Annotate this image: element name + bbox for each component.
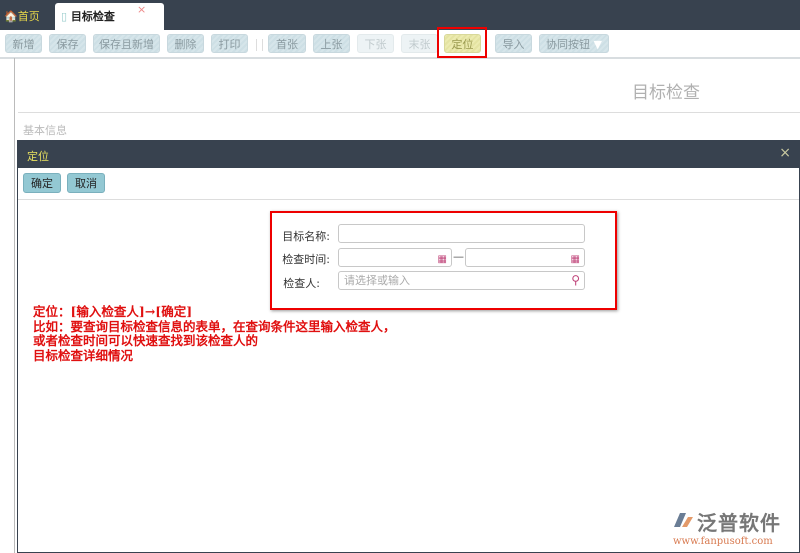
tab-target-check[interactable]: ▯ 目标检查 ×	[55, 3, 164, 30]
toolbar-separator	[256, 39, 263, 51]
chevron-down-icon: ▼	[593, 38, 602, 51]
save-button[interactable]: 保存	[49, 34, 86, 53]
next-button[interactable]: 下张	[357, 34, 394, 53]
note-line: 目标检查详细情况	[33, 347, 134, 363]
collab-dropdown-button[interactable]: 协同按钮 ▼	[539, 34, 609, 53]
highlight-box	[270, 211, 617, 310]
document-icon: ▯	[61, 10, 68, 23]
divider	[14, 58, 15, 553]
home-icon: 🏠	[4, 10, 18, 23]
note-line: 或者检查时间可以快速查找到该检查人的	[33, 333, 259, 348]
print-button[interactable]: 打印	[211, 34, 248, 53]
logo-url: www.fanpusoft.com	[673, 536, 773, 547]
tab-bar: 🏠首页 ▯ 目标检查 ×	[0, 0, 800, 30]
note-line: 比如：要查询目标检查信息的表单，在查询条件这里输入检查人，	[33, 318, 396, 334]
last-button[interactable]: 末张	[401, 34, 438, 53]
logo: 泛普软件 www.fanpusoft.com	[673, 507, 781, 547]
confirm-button[interactable]: 确定	[23, 173, 61, 193]
previous-button[interactable]: 上张	[313, 34, 350, 53]
annotation-note: 定位：[输入检查人]→[确定] 比如：要查询目标检查信息的表单，在查询条件这里输…	[33, 304, 396, 363]
logo-mark-icon	[674, 513, 693, 527]
first-button[interactable]: 首张	[268, 34, 306, 53]
tab-home[interactable]: 🏠首页	[4, 3, 40, 30]
close-icon[interactable]: ×	[779, 145, 791, 161]
add-button[interactable]: 新增	[5, 34, 42, 53]
note-line: 定位：[输入检查人]→[确定]	[33, 304, 193, 319]
close-tab-icon[interactable]: ×	[137, 0, 146, 23]
toolbar: 新增 保存 保存且新增 删除 打印 首张 上张 下张 末张 定位 导入 协同按钮…	[0, 30, 800, 59]
highlight-box	[437, 27, 487, 58]
section-basic-info: 基本信息	[18, 112, 800, 141]
save-and-new-button[interactable]: 保存且新增	[93, 34, 160, 53]
form-title: 目标检查	[632, 83, 700, 103]
dialog-header: 定位 ×	[18, 141, 799, 168]
cancel-button[interactable]: 取消	[67, 173, 105, 193]
delete-button[interactable]: 删除	[167, 34, 204, 53]
dialog-title: 定位	[27, 150, 49, 163]
divider	[18, 199, 799, 200]
import-button[interactable]: 导入	[495, 34, 532, 53]
